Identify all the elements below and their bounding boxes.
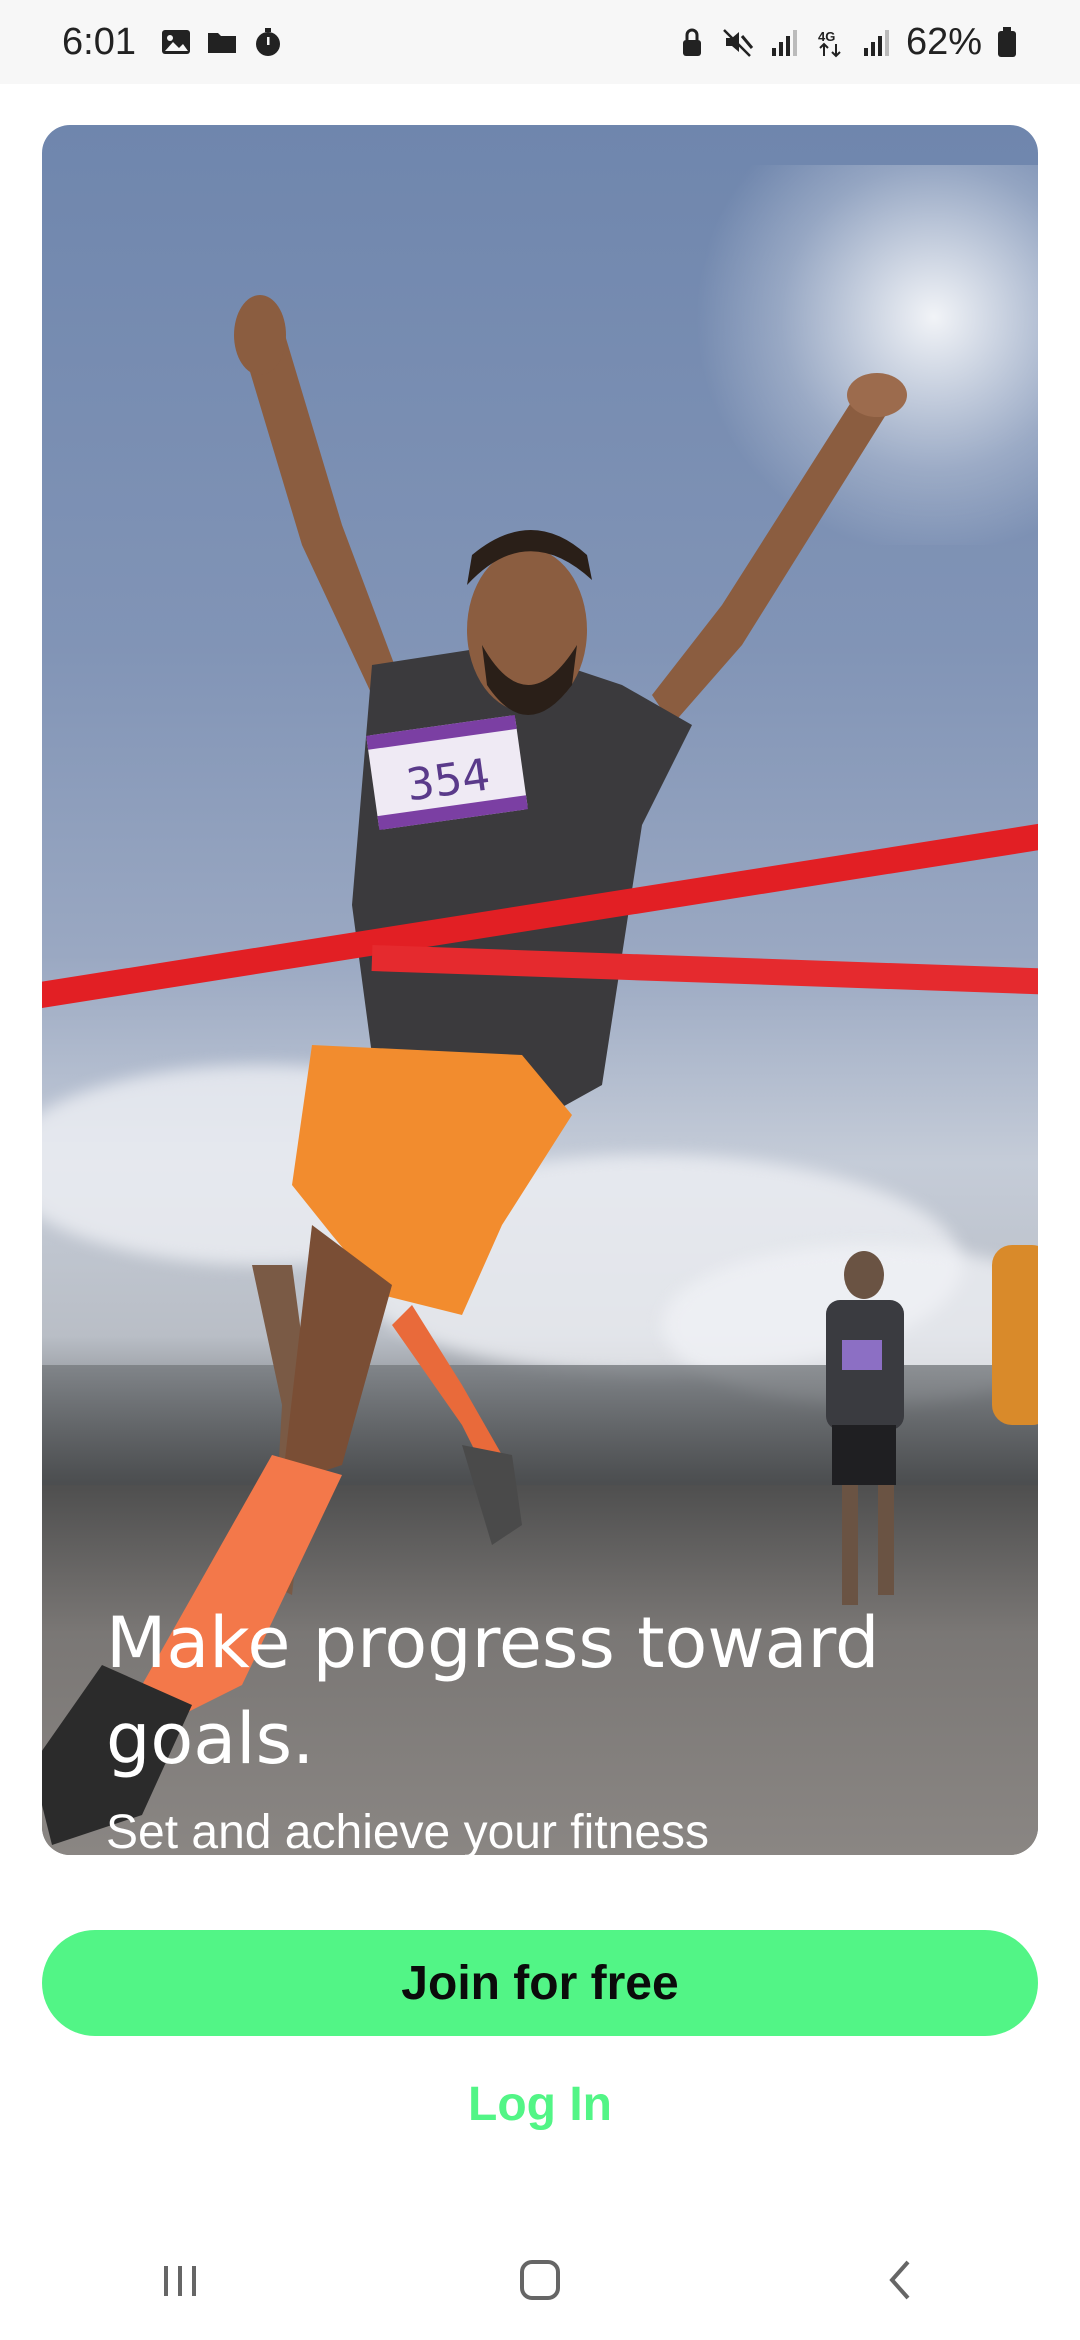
signal-icon — [860, 26, 892, 58]
hero-subtitle: Set and achieve your fitness milestones — [106, 1806, 710, 1856]
4g-icon: 4G — [814, 26, 846, 58]
recent-apps-icon — [164, 2266, 196, 2296]
status-bar-right: 4G 62% — [676, 21, 1018, 64]
home-icon — [520, 2260, 560, 2300]
background-runner — [826, 1251, 904, 1605]
gallery-icon — [160, 26, 192, 58]
folder-icon — [206, 26, 238, 58]
system-navigation-bar — [0, 2220, 1080, 2340]
onboarding-hero-card[interactable]: 354 Make progress toward goals. Set and … — [42, 125, 1038, 1855]
battery-icon — [996, 26, 1018, 58]
lock-icon — [676, 26, 708, 58]
log-in-link[interactable]: Log In — [0, 2070, 1080, 2140]
status-bar: 6:01 4G 62% — [0, 0, 1080, 84]
home-button[interactable] — [480, 2240, 600, 2320]
join-for-free-button[interactable]: Join for free — [42, 1930, 1038, 2036]
mute-icon — [722, 26, 754, 58]
back-icon — [889, 2260, 910, 2300]
edge-runner — [992, 1245, 1038, 1425]
back-button[interactable] — [840, 2240, 960, 2320]
svg-text:4G: 4G — [818, 29, 835, 44]
battery-percent: 62% — [905, 20, 982, 63]
status-bar-left: 6:01 — [62, 21, 284, 64]
status-time: 6:01 — [62, 20, 136, 63]
hero-title: Make progress toward goals. — [106, 1602, 880, 1780]
stopwatch-icon — [252, 26, 284, 58]
recent-apps-button[interactable] — [120, 2240, 240, 2320]
signal-icon — [768, 26, 800, 58]
